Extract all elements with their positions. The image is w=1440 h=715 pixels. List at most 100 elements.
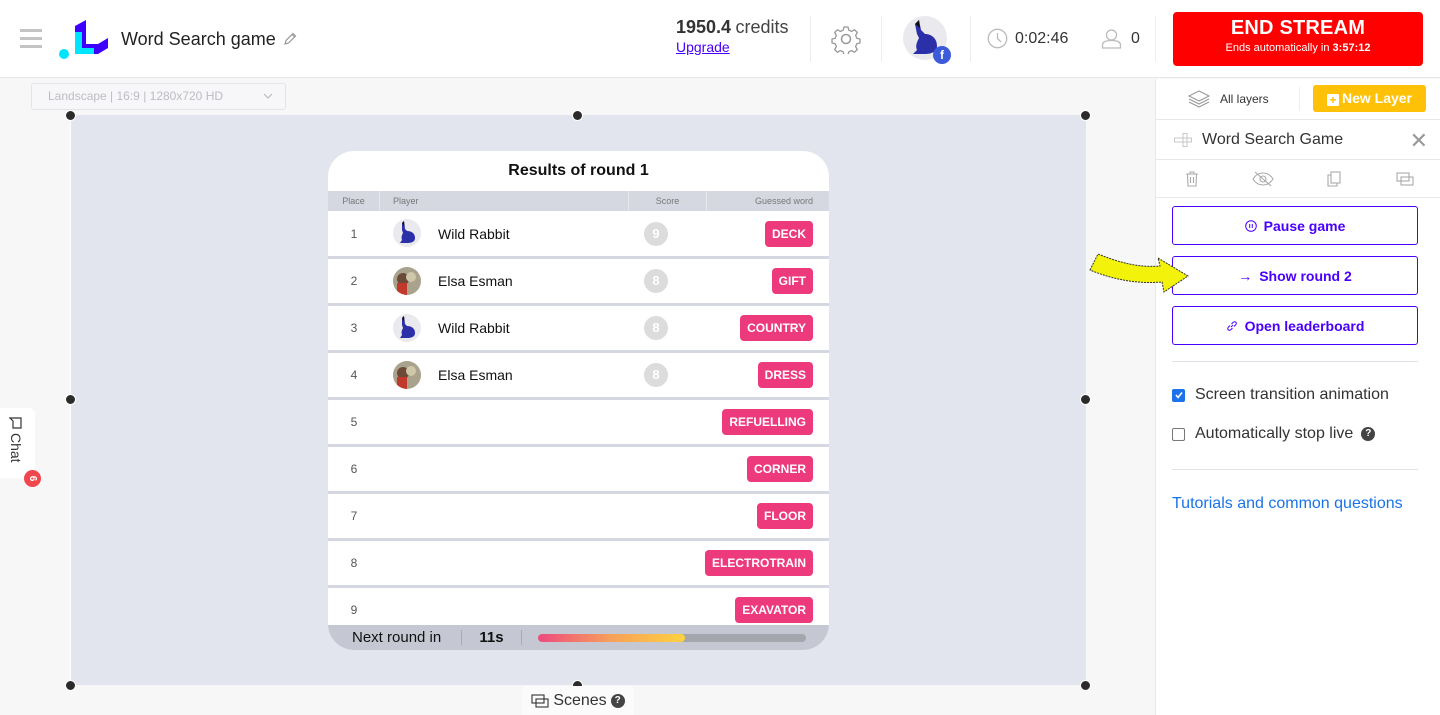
layers-bar: All layers + New Layer <box>1156 79 1440 120</box>
new-layer-button[interactable]: + New Layer <box>1313 85 1426 112</box>
end-stream-button[interactable]: END STREAM Ends automatically in 3:57:12 <box>1173 12 1423 66</box>
end-stream-label: END STREAM <box>1230 17 1366 39</box>
option-screen-transition: Screen transition animation <box>1172 386 1389 404</box>
chevron-down-icon <box>263 93 273 99</box>
option-auto-stop: Automatically stop live ? <box>1172 425 1376 443</box>
row-place: 3 <box>350 321 358 335</box>
divider <box>1172 361 1418 362</box>
guessed-word-badge: DECK <box>764 220 813 247</box>
results-table-header: Place Player Score Guessed word <box>328 191 829 211</box>
pause-game-button[interactable]: Pause game <box>1172 206 1418 245</box>
results-row: 5 REFUELLING <box>328 400 829 444</box>
divider <box>1155 16 1156 62</box>
copy-icon <box>1326 170 1341 187</box>
header-score: Score <box>629 191 707 211</box>
layer-toolbar <box>1156 160 1440 198</box>
row-place: 1 <box>350 226 358 241</box>
scenes-label: Scenes <box>553 691 607 709</box>
divider <box>1172 469 1418 470</box>
countdown-prefix: Ends automatically in <box>1225 42 1330 54</box>
resize-handle-left[interactable] <box>65 394 76 405</box>
results-row: 6 CORNER <box>328 447 829 491</box>
scene-layer-button[interactable] <box>1369 171 1440 186</box>
trash-icon <box>1185 170 1198 187</box>
edit-pencil-icon[interactable] <box>282 31 298 47</box>
close-icon[interactable]: ✕ <box>1410 128 1428 154</box>
player-name: Wild Rabbit <box>438 320 510 336</box>
hide-layer-button[interactable] <box>1227 171 1298 187</box>
chat-tab[interactable]: Chat <box>0 408 35 478</box>
next-round-label: Next round in <box>352 629 442 646</box>
next-round-bar: Next round in 11s <box>328 625 829 650</box>
open-leaderboard-button[interactable]: Open leaderboard <box>1172 306 1418 345</box>
check-icon <box>1174 392 1183 399</box>
layer-title: Word Search Game <box>1202 131 1344 148</box>
help-icon[interactable]: ? <box>1361 427 1376 441</box>
screen-transition-checkbox[interactable] <box>1172 388 1185 402</box>
player-avatar <box>393 314 421 342</box>
progress-fill <box>538 633 686 642</box>
layers-icon <box>1188 90 1210 108</box>
user-icon <box>1101 29 1122 49</box>
row-place: 4 <box>350 368 358 382</box>
results-row: 8 ELECTROTRAIN <box>328 541 829 585</box>
resize-handle-bottom-right[interactable] <box>1080 680 1091 691</box>
credits-display: 1950.4 credits Upgrade <box>676 17 789 55</box>
settings-gear-icon[interactable] <box>831 24 861 54</box>
end-stream-countdown: Ends automatically in 3:57:12 <box>1173 42 1423 54</box>
show-round-label: Show round 2 <box>1259 267 1352 284</box>
viewer-count-value: 0 <box>1131 29 1140 47</box>
guessed-word-badge: EXAVATOR <box>735 597 813 623</box>
credits-unit: credits <box>735 17 789 37</box>
duplicate-layer-button[interactable] <box>1298 170 1369 187</box>
tutorials-link[interactable]: Tutorials and common questions <box>1172 495 1403 513</box>
player-name: Elsa Esman <box>438 367 513 383</box>
guessed-word-badge: REFUELLING <box>722 409 813 435</box>
divider <box>881 16 882 62</box>
user-avatar[interactable]: f <box>903 16 951 64</box>
row-place: 6 <box>350 462 358 476</box>
eye-off-icon <box>1251 171 1274 186</box>
guessed-word-badge: COUNTRY <box>740 315 813 341</box>
divider <box>970 16 971 62</box>
guessed-word-badge: GIFT <box>771 268 813 294</box>
resize-handle-right[interactable] <box>1080 394 1091 405</box>
top-bar: Word Search game 1950.4 credits Upgrade … <box>0 0 1440 78</box>
auto-stop-checkbox[interactable] <box>1172 427 1185 441</box>
upgrade-link[interactable]: Upgrade <box>676 39 789 55</box>
word-search-icon <box>1174 133 1192 147</box>
resize-handle-top-right[interactable] <box>1080 110 1091 121</box>
app-logo <box>59 20 108 59</box>
facebook-badge-icon: f <box>933 46 951 64</box>
next-round-seconds: 11s <box>479 629 504 646</box>
results-row: 7 FLOOR <box>328 494 829 538</box>
header-player: Player <box>380 191 629 211</box>
results-card: Results of round 1 Place Player Score Gu… <box>328 151 829 650</box>
link-icon <box>1226 320 1237 331</box>
divider <box>810 16 811 62</box>
show-round-button[interactable]: → Show round 2 <box>1172 256 1418 295</box>
resolution-select[interactable]: Landscape | 16:9 | 1280x720 HD <box>31 83 286 110</box>
resize-handle-bottom-left[interactable] <box>65 680 76 691</box>
scenes-tab[interactable]: Scenes ? <box>522 686 634 715</box>
all-layers-button[interactable]: All layers <box>1188 90 1269 108</box>
menu-icon[interactable] <box>20 29 42 49</box>
resize-handle-top[interactable] <box>572 110 583 121</box>
score-badge: 8 <box>644 269 668 293</box>
resolution-value: Landscape | 16:9 | 1280x720 HD <box>48 89 224 103</box>
screen-transition-label: Screen transition animation <box>1195 386 1389 403</box>
results-rows: 1 Wild Rabbit 9 DECK 2 Elsa Esman 8 GIFT 3 Wild R… <box>328 211 829 632</box>
chat-label: Chat <box>8 433 24 463</box>
stream-timer: 0:02:46 <box>987 28 1068 49</box>
player-avatar <box>393 361 421 389</box>
guessed-word-badge: DRESS <box>757 362 813 388</box>
player-name: Elsa Esman <box>438 273 513 289</box>
results-row: 3 Wild Rabbit 8 COUNTRY <box>328 306 829 350</box>
chat-unread-badge: 6 <box>24 470 41 487</box>
delete-layer-button[interactable] <box>1156 170 1227 187</box>
all-layers-label: All layers <box>1220 92 1269 106</box>
pause-game-label: Pause game <box>1263 217 1346 234</box>
player-avatar <box>393 267 421 295</box>
help-icon[interactable]: ? <box>610 693 625 708</box>
resize-handle-top-left[interactable] <box>65 110 76 121</box>
